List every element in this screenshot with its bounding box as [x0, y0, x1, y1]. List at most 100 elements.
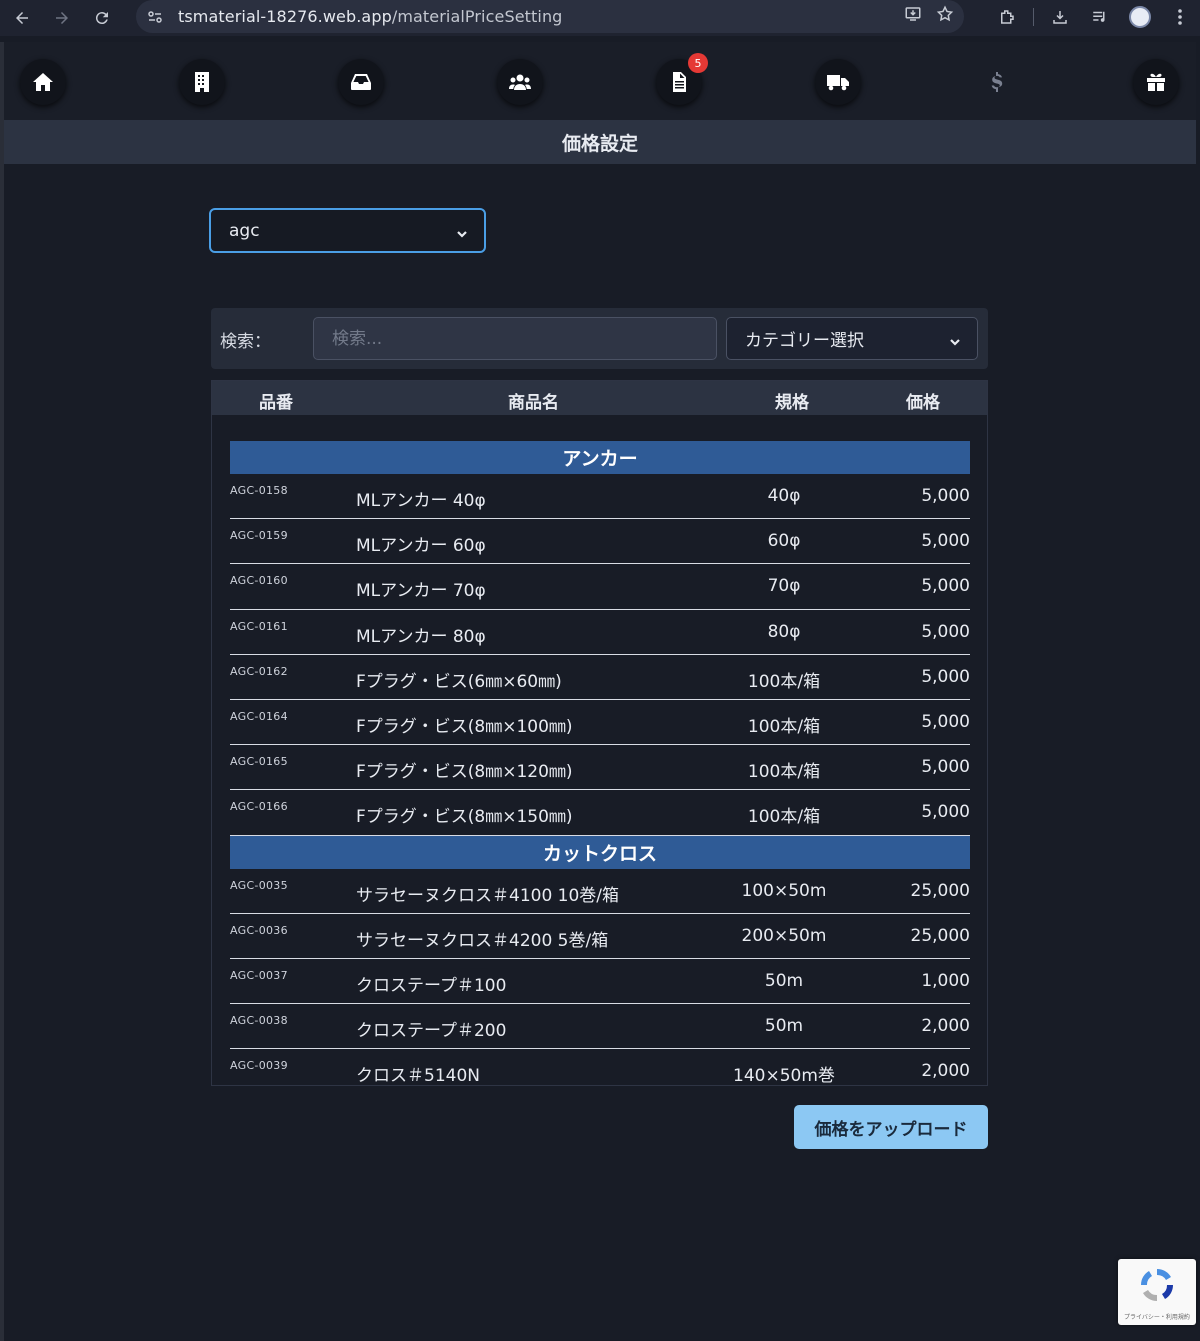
table-row[interactable]: AGC-0160 MLアンカー 70φ 70φ 5,000: [230, 564, 970, 610]
cell-name: MLアンカー 70φ: [356, 581, 486, 602]
document-icon: [673, 72, 686, 92]
table-row[interactable]: AGC-0158 MLアンカー 40φ 40φ 5,000: [230, 474, 970, 520]
recaptcha-icon: [1140, 1268, 1174, 1302]
cell-spec: 200×50m: [741, 925, 827, 946]
cell-name: MLアンカー 40φ: [356, 491, 486, 511]
reload-icon[interactable]: [84, 2, 120, 34]
downloads-icon[interactable]: [1040, 0, 1080, 33]
cell-code: AGC-0039: [230, 1059, 288, 1073]
nav-users-button[interactable]: [497, 59, 543, 105]
table-row[interactable]: AGC-0035 サラセーヌクロス＃4100 10巻/箱 100×50m 25,000: [230, 869, 970, 914]
gift-icon: [1147, 73, 1165, 91]
cell-name: クロス＃5140N: [356, 1066, 480, 1086]
table-row[interactable]: AGC-0164 Fプラグ・ビス(8㎜×100㎜) 100本/箱 5,000: [230, 700, 970, 746]
header-name: 商品名: [508, 393, 559, 413]
cell-price: 5,000: [921, 621, 970, 642]
cell-code: AGC-0164: [230, 709, 288, 723]
chevron-down-icon: [456, 225, 468, 238]
table-row[interactable]: AGC-0038 クロステープ＃200 50m 2,000: [230, 1004, 970, 1050]
nav-price-button[interactable]: [974, 59, 1020, 105]
header-price: 価格: [906, 393, 940, 413]
cell-name: Fプラグ・ビス(6㎜×60㎜): [356, 671, 562, 692]
cell-spec: 50m: [764, 1016, 804, 1037]
nav-document-button[interactable]: 5: [656, 53, 708, 105]
cell-code: AGC-0166: [230, 800, 288, 814]
table-row[interactable]: AGC-0162 Fプラグ・ビス(6㎜×60㎜) 100本/箱 5,000: [230, 655, 970, 700]
site-settings-icon[interactable]: [144, 6, 166, 28]
cell-spec: 70φ: [767, 576, 801, 597]
top-nav: 5: [4, 42, 1196, 120]
cell-spec: 140×50m巻: [733, 1066, 835, 1086]
nav-gift-button[interactable]: [1133, 59, 1179, 105]
extensions-icon[interactable]: [987, 0, 1027, 33]
cell-code: AGC-0038: [230, 1014, 288, 1028]
table-row[interactable]: AGC-0036 サラセーヌクロス＃4200 5巻/箱 200×50m 25,000: [230, 914, 970, 959]
app-frame: 5 価格設定 agc 検索： カテゴリー選択 品番 商品名 規格 価格: [4, 42, 1196, 1341]
recaptcha-text: プライバシー・利用規約: [1124, 1314, 1190, 1321]
nav-inbox-button[interactable]: [338, 59, 384, 105]
cell-spec: 100×50m: [741, 880, 827, 901]
cell-name: MLアンカー 80φ: [356, 626, 486, 647]
cell-name: Fプラグ・ビス(8㎜×150㎜): [356, 807, 573, 828]
header-code: 品番: [259, 393, 293, 413]
cell-price: 1,000: [921, 970, 970, 991]
category-group-header: カットクロス: [230, 835, 970, 869]
cell-spec: 60φ: [767, 531, 801, 552]
chrome-menu-icon[interactable]: [1160, 0, 1200, 33]
forward-icon[interactable]: [44, 2, 80, 34]
cell-price: 5,000: [921, 757, 970, 778]
back-icon[interactable]: [4, 2, 40, 34]
cell-spec: 100本/箱: [747, 807, 821, 828]
cell-code: AGC-0161: [230, 619, 288, 633]
cell-spec: 100本/箱: [747, 671, 821, 692]
notification-badge: 5: [688, 53, 708, 73]
cell-name: クロステープ＃100: [356, 975, 507, 996]
header-spec: 規格: [775, 393, 809, 413]
nav-building-button[interactable]: [179, 59, 225, 105]
table-row[interactable]: AGC-0165 Fプラグ・ビス(8㎜×120㎜) 100本/箱 5,000: [230, 745, 970, 791]
page-title-bar: 価格設定: [4, 120, 1196, 164]
table-row[interactable]: AGC-0039 クロス＃5140N 140×50m巻 2,000: [230, 1049, 970, 1086]
search-label: 検索：: [220, 332, 271, 352]
cell-spec: 50m: [764, 970, 804, 991]
bookmark-star-icon[interactable]: [936, 5, 954, 28]
table-row[interactable]: AGC-0037 クロステープ＃100 50m 1,000: [230, 959, 970, 1005]
cell-price: 2,000: [921, 1016, 970, 1037]
building-icon: [195, 72, 209, 92]
recaptcha-badge[interactable]: プライバシー・利用規約: [1118, 1259, 1196, 1325]
cell-price: 5,000: [921, 486, 970, 506]
upload-price-button[interactable]: 価格をアップロード: [794, 1105, 988, 1149]
filter-bar: 検索： カテゴリー選択: [211, 308, 988, 369]
install-app-icon[interactable]: [904, 5, 922, 28]
home-icon: [33, 73, 53, 91]
page-title: 価格設定: [561, 132, 638, 155]
inbox-icon: [351, 74, 371, 90]
cell-code: AGC-0165: [230, 755, 288, 769]
category-select-value: カテゴリー選択: [745, 331, 864, 351]
cell-price: 25,000: [910, 880, 970, 901]
supplier-select-value: agc: [229, 220, 260, 241]
table-row[interactable]: AGC-0161 MLアンカー 80φ 80φ 5,000: [230, 610, 970, 655]
nav-truck-button[interactable]: [815, 59, 861, 105]
truck-icon: [827, 75, 849, 91]
nav-home-button[interactable]: [20, 59, 66, 105]
cell-code: AGC-0160: [230, 574, 288, 588]
profile-avatar[interactable]: [1120, 0, 1160, 33]
cell-price: 5,000: [921, 531, 970, 552]
cell-spec: 100本/箱: [747, 762, 821, 783]
table-row[interactable]: AGC-0166 Fプラグ・ビス(8㎜×150㎜) 100本/箱 5,000: [230, 790, 970, 836]
cell-spec: 80φ: [767, 621, 801, 642]
category-select[interactable]: カテゴリー選択: [726, 317, 978, 360]
supplier-select[interactable]: agc: [209, 208, 486, 253]
table-body: アンカー AGC-0158 MLアンカー 40φ 40φ 5,000 AGC-0159 ML…: [230, 441, 970, 1086]
search-input[interactable]: [313, 317, 717, 360]
cell-name: サラセーヌクロス＃4200 5巻/箱: [356, 930, 609, 951]
cell-price: 25,000: [910, 925, 970, 946]
address-bar[interactable]: tsmaterial-18276.web.app/materialPriceSe…: [136, 0, 964, 33]
media-control-icon[interactable]: [1080, 0, 1120, 33]
table-row[interactable]: AGC-0159 MLアンカー 60φ 60φ 5,000: [230, 519, 970, 565]
cell-code: AGC-0037: [230, 968, 288, 982]
cell-price: 2,000: [921, 1061, 970, 1082]
cell-name: クロステープ＃200: [356, 1021, 507, 1042]
price-table[interactable]: 品番 商品名 規格 価格 アンカー AGC-0158 MLアンカー 40φ 40φ 5,…: [211, 380, 988, 1086]
